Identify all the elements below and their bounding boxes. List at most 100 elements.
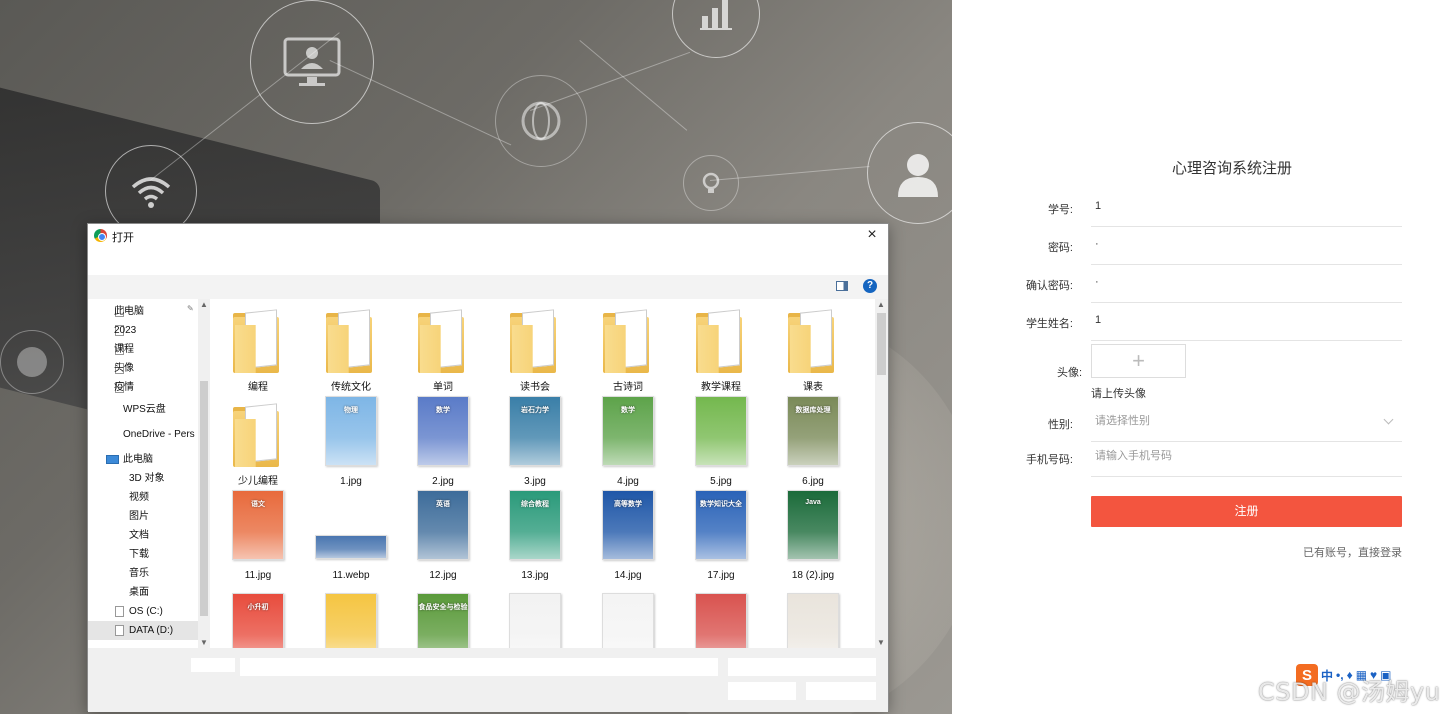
file-grid-scrollbar[interactable]: ▲ ▼ (875, 299, 888, 648)
image-thumbnail: 语文 (232, 490, 284, 560)
image-thumbnail (787, 593, 839, 648)
image-file-item[interactable]: 11.webp (308, 487, 394, 581)
folder-item[interactable]: 教学课程 (678, 299, 764, 393)
image-file-item[interactable]: 英语 12.jpg (400, 487, 486, 581)
dialog-titlebar[interactable]: 打开 × (88, 224, 888, 248)
file-name-label: 古诗词 (613, 382, 643, 393)
nav-label: 课程 (114, 344, 134, 355)
folder-item[interactable]: 单词 (400, 299, 486, 393)
close-icon[interactable]: × (862, 225, 882, 245)
nav-pc-item-1[interactable]: 视频 (88, 488, 198, 507)
folder-item[interactable]: 读书会 (492, 299, 578, 393)
student-id-label: 学号: (1047, 204, 1073, 216)
scroll-up-icon[interactable]: ▲ (200, 300, 208, 309)
scroll-down-icon[interactable]: ▼ (877, 638, 885, 647)
image-file-item[interactable]: 数学知识大全 17.jpg (678, 487, 764, 581)
chevron-down-icon (1383, 414, 1394, 425)
cancel-button[interactable] (806, 682, 876, 700)
nav-quick-4[interactable]: 疫情 (88, 378, 198, 397)
image-file-item[interactable]: 数学 2.jpg (400, 393, 486, 487)
student-id-input[interactable]: 1 (1091, 193, 1402, 227)
nav-pc-item-2[interactable]: 图片 (88, 507, 198, 526)
nav-pc-item-4[interactable]: 下载 (88, 545, 198, 564)
nav-pc-item-8[interactable]: DATA (D:) (88, 621, 198, 640)
image-thumbnail (315, 535, 387, 559)
folder-item[interactable]: 古诗词 (585, 299, 671, 393)
register-button[interactable]: 注册 (1091, 496, 1402, 527)
student-name-input[interactable]: 1 (1091, 307, 1402, 341)
image-thumbnail: 高等数学 (602, 490, 654, 560)
nav-scrollbar[interactable]: ▲ ▼ (198, 299, 210, 648)
image-thumbnail: 小升初 (232, 593, 284, 648)
filename-label-box (191, 658, 235, 672)
thumbnail-text: Java (805, 499, 821, 506)
file-icon (115, 625, 124, 636)
phone-input[interactable]: 请输入手机号码 (1091, 443, 1402, 477)
image-file-item[interactable] (770, 581, 856, 648)
nav-pc-item-7[interactable]: OS (C:) (88, 602, 198, 621)
thumbnail-text: 综合教程 (521, 501, 549, 508)
image-file-item[interactable]: 物理 1.jpg (308, 393, 394, 487)
nav-pc-item-5[interactable]: 音乐 (88, 564, 198, 583)
nav-quick-1[interactable]: 2023 (88, 321, 198, 340)
image-file-item[interactable] (678, 581, 764, 648)
nav-label: 视频 (129, 492, 149, 503)
nav-this-pc[interactable]: 此电脑 (88, 450, 198, 469)
image-file-item[interactable]: 综合教程 13.jpg (492, 487, 578, 581)
image-file-item[interactable]: 数据库处理 6.jpg (770, 393, 856, 487)
image-thumbnail: 物理 (325, 396, 377, 466)
login-link[interactable]: 已有账号，直接登录 (1303, 544, 1402, 560)
nav-wps[interactable]: WPS云盘 (88, 400, 198, 419)
nav-label: 下载 (129, 549, 149, 560)
image-file-item[interactable]: 岩石力学 3.jpg (492, 393, 578, 487)
folder-item[interactable]: 编程 (215, 299, 301, 393)
image-file-item[interactable]: 高等数学 14.jpg (585, 487, 671, 581)
nav-scroll-thumb[interactable] (200, 381, 208, 616)
image-file-item[interactable] (585, 581, 671, 648)
nav-onedrive[interactable]: OneDrive - Pers (88, 425, 198, 444)
password-input[interactable]: · (1091, 231, 1402, 265)
nav-label: OS (C:) (129, 606, 163, 617)
person-icon (867, 122, 952, 224)
file-name-label: 18 (2).jpg (791, 570, 835, 581)
folder-item[interactable]: 课表 (770, 299, 856, 393)
scroll-down-icon[interactable]: ▼ (200, 638, 208, 647)
image-file-item[interactable] (308, 581, 394, 648)
nav-pc-item-6[interactable]: 桌面 (88, 583, 198, 602)
preview-pane-icon[interactable] (836, 281, 848, 291)
nav-pc-item-3[interactable]: 文档 (88, 526, 198, 545)
filename-input[interactable] (240, 658, 718, 676)
help-icon[interactable]: ? (863, 279, 877, 293)
file-name-label: 5.jpg (710, 476, 732, 487)
nav-quick-2[interactable]: 课程 (88, 340, 198, 359)
folder-item[interactable]: 传统文化 (308, 299, 394, 393)
earth-icon (0, 330, 64, 394)
image-file-item[interactable]: 食品安全与检验 (400, 581, 486, 648)
nav-quick-3[interactable]: 头像 (88, 359, 198, 378)
scroll-up-icon[interactable]: ▲ (877, 300, 885, 309)
nav-quick-0[interactable]: 此电脑 (88, 302, 198, 321)
filetype-select[interactable] (728, 658, 876, 676)
pin-icon: ✎ (187, 304, 194, 313)
image-file-item[interactable] (492, 581, 578, 648)
grid-scroll-thumb[interactable] (877, 313, 886, 375)
file-name-label: 14.jpg (614, 570, 642, 581)
confirm-password-input[interactable]: · (1091, 269, 1402, 303)
nav-label: 疫情 (114, 382, 134, 393)
image-file-item[interactable]: 小升初 (215, 581, 301, 648)
folder-item[interactable]: 少儿编程 (215, 393, 301, 487)
gender-select[interactable]: 请选择性别 (1091, 408, 1402, 442)
image-file-item[interactable]: 5.jpg (678, 393, 764, 487)
open-button[interactable] (728, 682, 796, 700)
gender-placeholder: 请选择性别 (1095, 415, 1150, 427)
thumbnail-text: 语文 (251, 501, 265, 508)
nav-label: 文档 (129, 530, 149, 541)
image-file-item[interactable]: Java 18 (2).jpg (770, 487, 856, 581)
nav-pc-item-0[interactable]: 3D 对象 (88, 469, 198, 488)
image-file-item[interactable]: 语文 11.jpg (215, 487, 301, 581)
nav-label: 2023 (114, 325, 137, 336)
avatar-upload-button[interactable]: + (1091, 344, 1186, 378)
folder-icon (696, 309, 746, 373)
image-file-item[interactable]: 数学 4.jpg (585, 393, 671, 487)
folder-icon (788, 309, 838, 373)
